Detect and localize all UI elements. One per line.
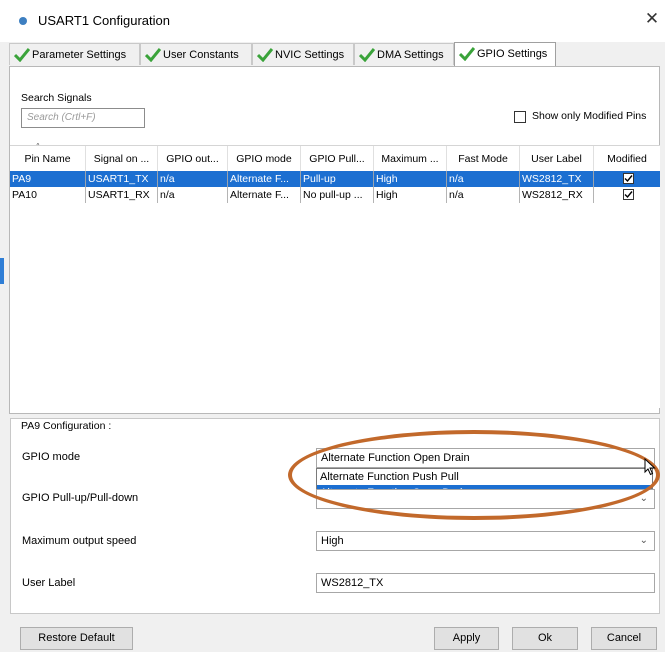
tab-label: DMA Settings: [377, 49, 444, 61]
modified-checkbox[interactable]: [623, 173, 634, 184]
gpio-pull-label: GPIO Pull-up/Pull-down: [22, 492, 139, 504]
tab-nvic-settings[interactable]: NVIC Settings: [252, 43, 354, 65]
table-cell: PA10: [10, 187, 86, 203]
show-only-modified-label: Show only Modified Pins: [532, 110, 647, 122]
green-check-icon: [257, 48, 273, 62]
mouse-cursor-icon: [644, 458, 656, 476]
column-header[interactable]: Pin Name: [10, 146, 86, 172]
gpio-pull-select[interactable]: ⌄: [316, 489, 655, 509]
search-input[interactable]: Search (Crtl+F): [21, 108, 145, 128]
green-check-icon: [359, 48, 375, 62]
column-header[interactable]: Signal on ...: [86, 146, 158, 172]
table-cell: High: [374, 187, 447, 203]
tab-bar: Parameter Settings User Constants NVIC S…: [9, 42, 659, 67]
table-cell: n/a: [447, 187, 520, 203]
pin-signal-table: Pin Name Signal on ... GPIO out... GPIO …: [10, 145, 660, 408]
checkmark-icon: [624, 175, 633, 183]
green-check-icon: [14, 48, 30, 62]
table-cell: High: [374, 171, 447, 187]
column-header[interactable]: User Label: [520, 146, 594, 172]
ok-button[interactable]: Ok: [512, 627, 578, 650]
close-icon[interactable]: ✕: [643, 9, 661, 29]
green-check-icon: [145, 48, 161, 62]
max-output-speed-select[interactable]: High ⌄: [316, 531, 655, 551]
modified-checkbox[interactable]: [623, 189, 634, 200]
usart1-configuration-dialog: USART1 Configuration ✕ Parameter Setting…: [0, 0, 665, 652]
apply-button[interactable]: Apply: [434, 627, 499, 650]
table-cell: WS2812_RX: [520, 187, 594, 203]
column-header[interactable]: Modified: [594, 146, 660, 172]
tab-label: NVIC Settings: [275, 49, 345, 61]
table-cell: USART1_RX: [86, 187, 158, 203]
chevron-down-icon: ⌄: [639, 535, 648, 546]
restore-default-button[interactable]: Restore Default: [20, 627, 133, 650]
table-cell: No pull-up ...: [301, 187, 374, 203]
table-row[interactable]: PA9 USART1_TX n/a Alternate F... Pull-up…: [10, 171, 660, 187]
tab-label: Parameter Settings: [32, 49, 127, 61]
tab-parameter-settings[interactable]: Parameter Settings: [9, 43, 140, 65]
column-header[interactable]: GPIO out...: [158, 146, 228, 172]
column-header[interactable]: GPIO Pull...: [301, 146, 374, 172]
table-cell: Alternate F...: [228, 187, 301, 203]
dialog-title: USART1 Configuration: [38, 13, 170, 28]
tab-label: GPIO Settings: [477, 48, 548, 60]
table-cell: WS2812_TX: [520, 171, 594, 187]
search-signals-label: Search Signals: [21, 92, 92, 104]
max-output-speed-label: Maximum output speed: [22, 535, 137, 547]
table-cell: USART1_TX: [86, 171, 158, 187]
app-icon: [19, 17, 27, 25]
tab-gpio-settings[interactable]: GPIO Settings: [454, 42, 556, 67]
table-cell: Pull-up: [301, 171, 374, 187]
gpio-mode-value: Alternate Function Open Drain: [321, 452, 470, 464]
user-label-label: User Label: [22, 577, 76, 589]
user-label-input[interactable]: WS2812_TX: [316, 573, 655, 593]
tab-dma-settings[interactable]: DMA Settings: [354, 43, 454, 65]
chevron-down-icon: ⌄: [639, 493, 648, 504]
table-header: Pin Name Signal on ... GPIO out... GPIO …: [10, 145, 660, 172]
table-cell: n/a: [158, 171, 228, 187]
tab-label: User Constants: [163, 49, 239, 61]
column-header[interactable]: GPIO mode: [228, 146, 301, 172]
title-bar: USART1 Configuration ✕: [0, 0, 665, 42]
background-window-edge: [0, 258, 4, 284]
table-cell: n/a: [447, 171, 520, 187]
table-row[interactable]: PA10 USART1_RX n/a Alternate F... No pul…: [10, 187, 660, 203]
column-header[interactable]: Maximum ...: [374, 146, 447, 172]
dropdown-option[interactable]: Alternate Function Push Pull: [317, 469, 652, 485]
pin-configuration-title: PA9 Configuration :: [21, 420, 112, 432]
gpio-mode-label: GPIO mode: [22, 451, 81, 463]
max-output-speed-value: High: [321, 535, 344, 547]
green-check-icon: [459, 47, 475, 61]
table-cell: n/a: [158, 187, 228, 203]
column-header[interactable]: Fast Mode: [447, 146, 520, 172]
gpio-mode-select[interactable]: Alternate Function Open Drain ⌄: [316, 448, 655, 468]
tab-user-constants[interactable]: User Constants: [140, 43, 252, 65]
checkmark-icon: [624, 191, 633, 199]
table-cell: Alternate F...: [228, 171, 301, 187]
table-cell: PA9: [10, 171, 86, 187]
cancel-button[interactable]: Cancel: [591, 627, 657, 650]
show-only-modified-checkbox[interactable]: [514, 111, 526, 123]
